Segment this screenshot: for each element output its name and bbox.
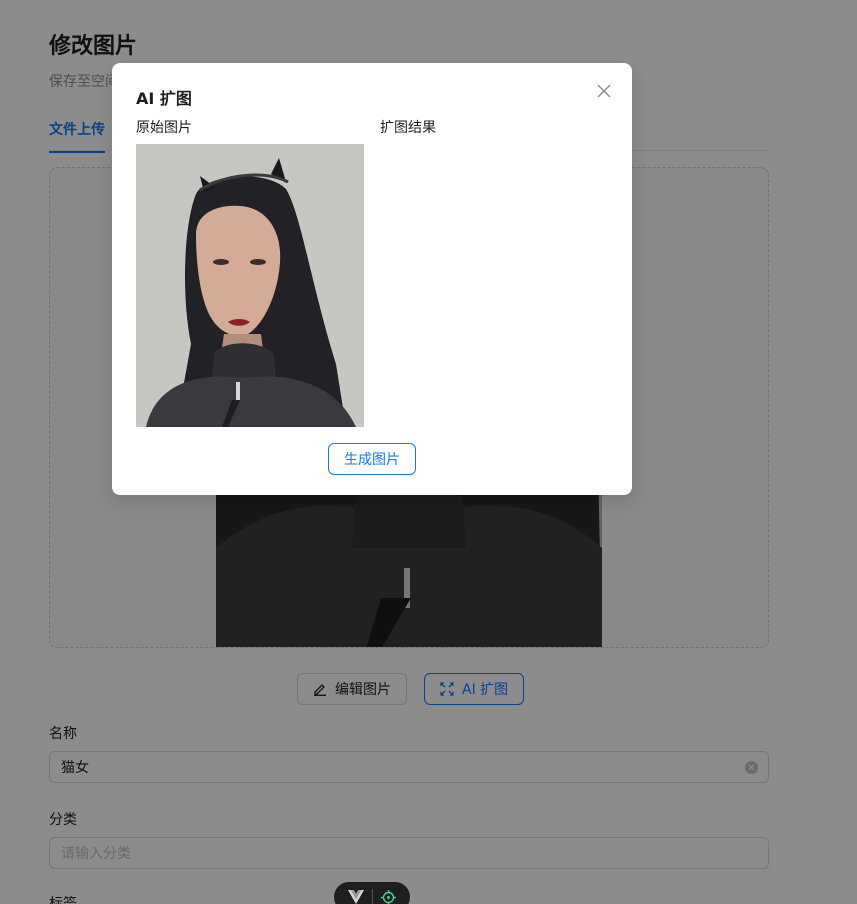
vue-logo-icon[interactable] [348,890,364,904]
ai-expand-modal: AI 扩图 原始图片 扩图结果 生成图片 [112,63,632,495]
close-icon [597,84,611,98]
generate-picture-button[interactable]: 生成图片 [328,443,416,475]
original-image-label: 原始图片 [136,120,192,136]
modal-close-button[interactable] [594,81,614,101]
original-picture [136,144,364,427]
crosshair-icon[interactable] [381,889,396,904]
toolbar-divider [372,889,373,904]
result-image-label: 扩图结果 [380,120,436,136]
expanded-result-area [380,144,608,427]
devtools-toolbar[interactable] [334,882,410,904]
modal-title: AI 扩图 [136,89,192,108]
